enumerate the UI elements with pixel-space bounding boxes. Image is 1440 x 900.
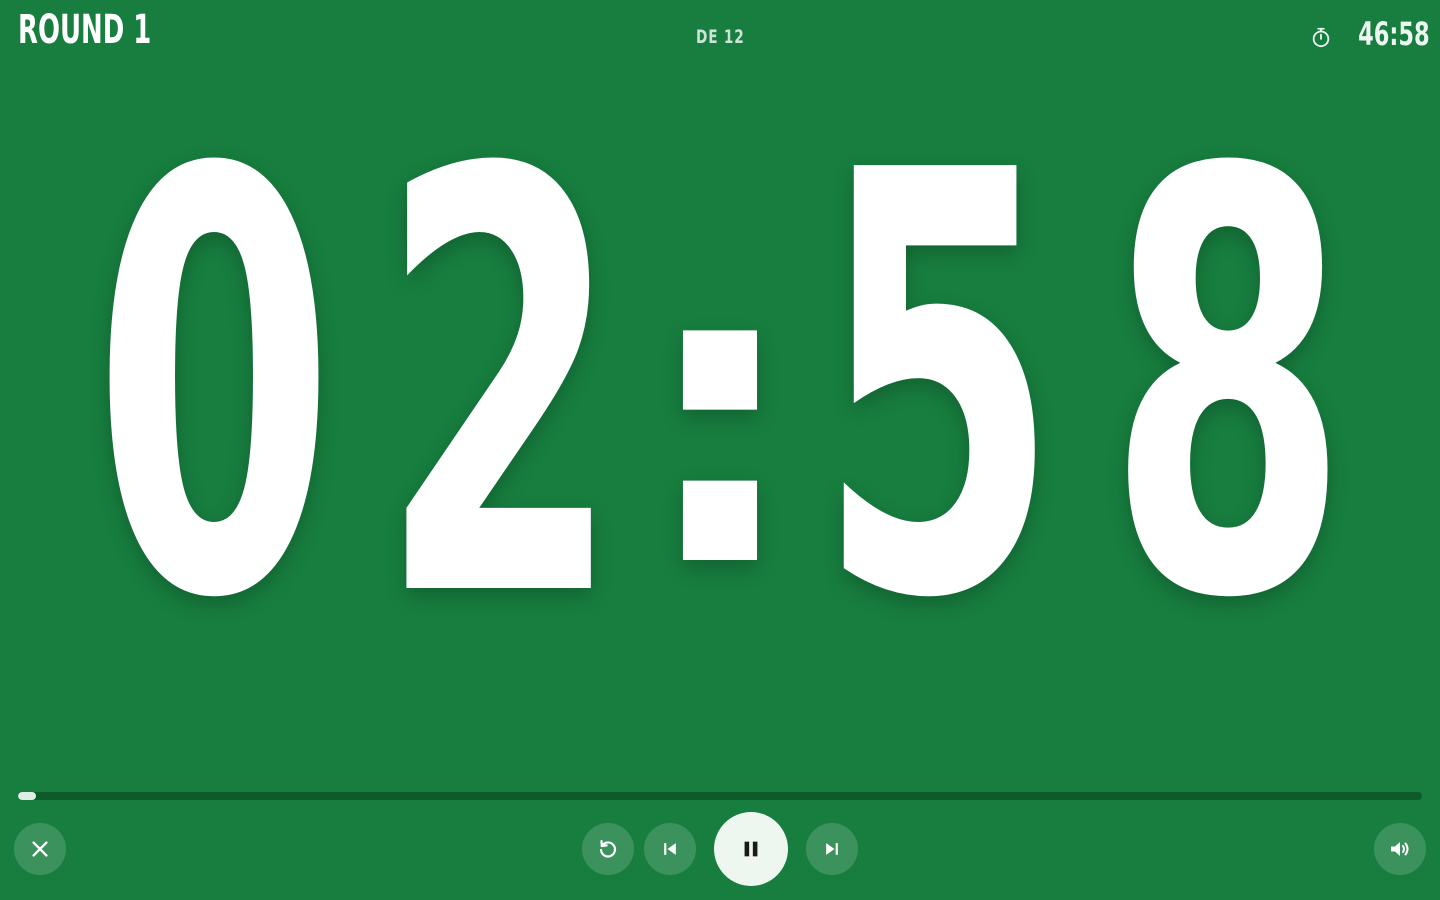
next-round-button[interactable] xyxy=(806,823,858,875)
total-time-value: 46:58 xyxy=(1358,15,1430,53)
minutes-ones-digit: 2 xyxy=(379,140,621,620)
volume-icon xyxy=(1391,842,1409,856)
round-count-label: DE 12 xyxy=(695,26,745,48)
close-button[interactable] xyxy=(14,823,66,875)
countdown-display: 02:58 xyxy=(0,140,1440,620)
restart-button[interactable] xyxy=(582,823,634,875)
minutes-tens-digit: 0 xyxy=(93,140,335,620)
seconds-ones-digit: 8 xyxy=(1107,140,1349,620)
progress-fill xyxy=(18,792,36,800)
colon-separator: : xyxy=(636,171,804,620)
countdown-svg: 02:58 xyxy=(93,140,1349,620)
previous-round-button[interactable] xyxy=(644,823,696,875)
stopwatch-icon xyxy=(1313,27,1330,48)
skip-next-icon xyxy=(826,843,838,855)
pause-button[interactable] xyxy=(714,812,788,886)
pause-icon xyxy=(744,841,758,857)
restart-icon xyxy=(599,839,617,858)
total-time-remaining: 46:58 xyxy=(1310,14,1430,54)
seconds-tens-digit: 5 xyxy=(817,140,1059,620)
progress-track[interactable] xyxy=(18,792,1422,800)
round-count: DE 12 xyxy=(0,26,1440,48)
volume-button[interactable] xyxy=(1374,823,1426,875)
skip-previous-icon xyxy=(664,843,676,855)
close-icon xyxy=(32,841,48,857)
